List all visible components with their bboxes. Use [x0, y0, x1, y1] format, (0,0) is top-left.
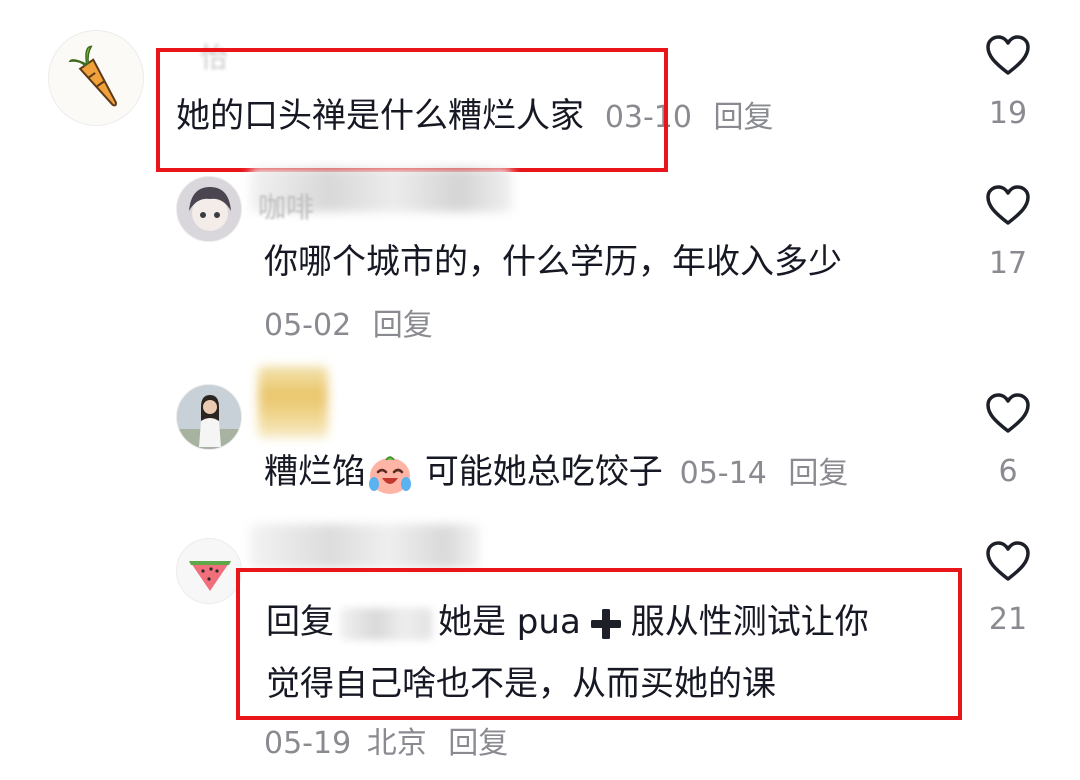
heart-icon [986, 541, 1030, 581]
like-button[interactable]: 19 [978, 34, 1038, 134]
heart-icon [986, 185, 1030, 225]
comment-text: 糟烂馅 可能她总吃饺子 05-14 回复 [264, 450, 848, 496]
comment-body-start: 糟烂馅 [264, 452, 366, 492]
like-count: 19 [988, 96, 1028, 131]
crying-laughing-face-icon [369, 455, 411, 494]
username-visible-part: 咖啡 [258, 191, 315, 224]
avatar[interactable] [176, 176, 242, 242]
like-count: 6 [998, 454, 1018, 489]
comment-body-end: 可能她总吃饺子 [424, 452, 663, 492]
avatar[interactable] [176, 384, 242, 450]
carrot-icon [68, 45, 117, 107]
highlight-box [156, 48, 668, 172]
like-count: 21 [988, 602, 1028, 637]
comment-location: 北京 [366, 726, 427, 761]
comment-date: 05-02 [264, 308, 352, 343]
comment-date: 05-14 [679, 456, 767, 491]
watermelon-icon [189, 561, 231, 591]
comment-text: 你哪个城市的，什么学历，年收入多少 [264, 242, 842, 282]
like-count: 17 [988, 246, 1028, 281]
avatar[interactable] [48, 30, 144, 126]
highlight-box [236, 568, 962, 720]
like-button[interactable]: 21 [978, 540, 1038, 640]
heart-icon [986, 35, 1030, 75]
like-button[interactable]: 17 [978, 184, 1038, 284]
reply-button[interactable]: 回复 [448, 726, 508, 761]
reply-button[interactable]: 回复 [714, 100, 774, 135]
reply-button[interactable]: 回复 [373, 308, 433, 343]
comment-date: 05-19 [264, 726, 352, 761]
anime-character-icon [177, 177, 241, 241]
person-photo-icon [177, 385, 241, 449]
like-button[interactable]: 6 [978, 392, 1038, 492]
username[interactable] [258, 366, 328, 438]
comment-meta: 05-02 回复 [264, 306, 433, 346]
comment-meta: 05-19 北京 回复 [264, 724, 508, 764]
username[interactable] [250, 524, 480, 568]
avatar[interactable] [176, 538, 242, 604]
heart-icon [986, 393, 1030, 433]
reply-button[interactable]: 回复 [788, 456, 848, 491]
